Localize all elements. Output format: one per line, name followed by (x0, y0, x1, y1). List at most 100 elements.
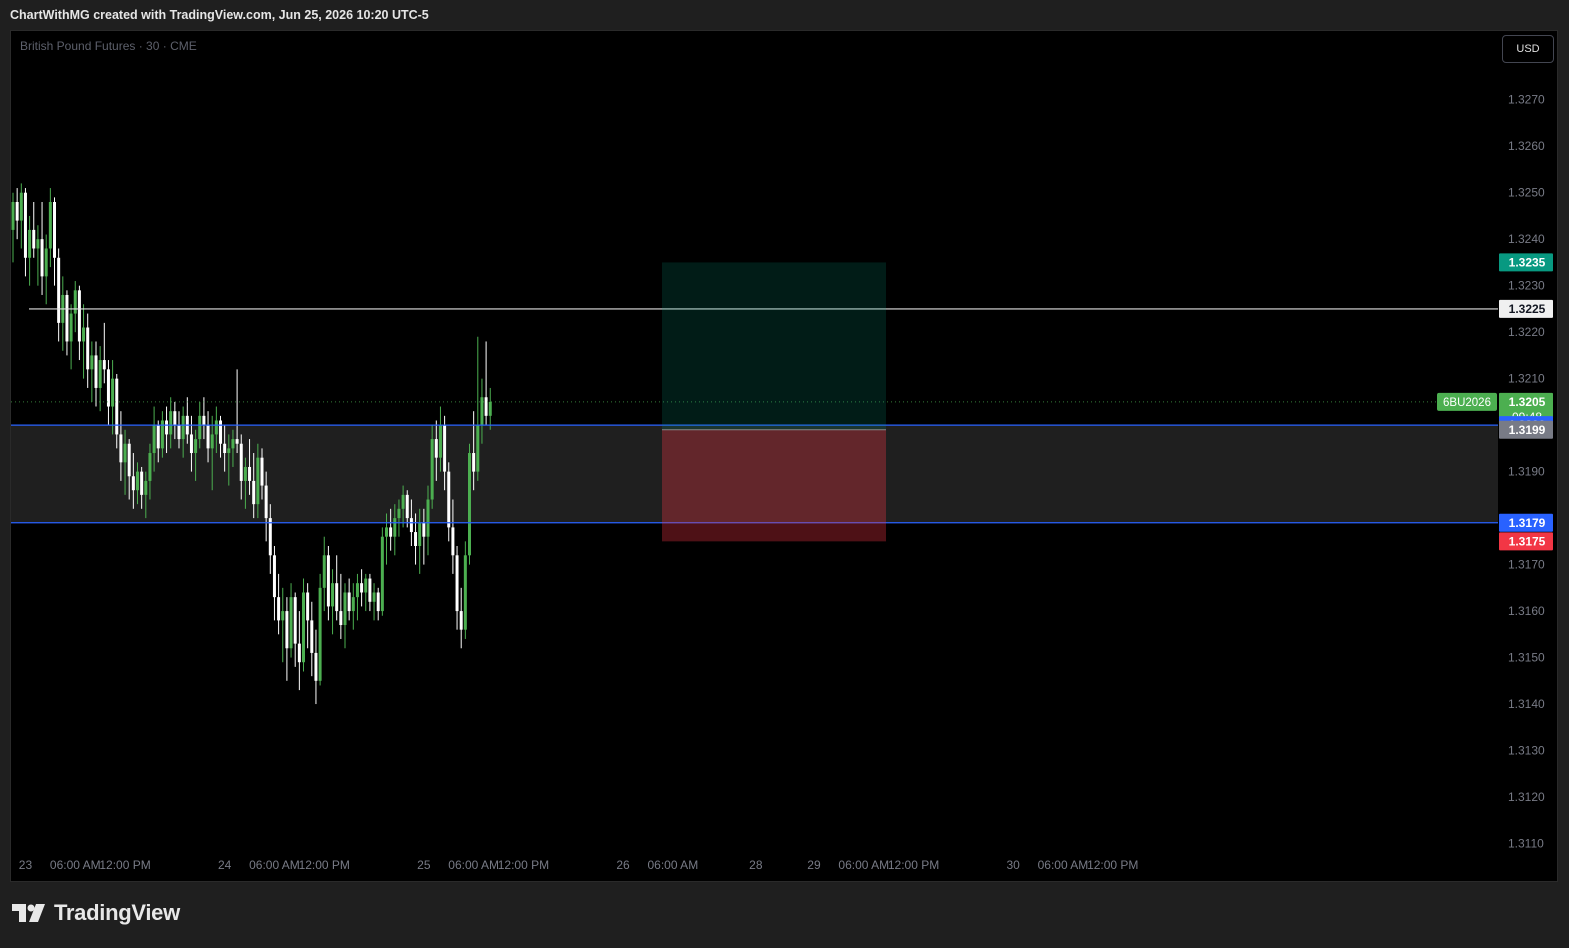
candle-body (11, 202, 15, 230)
candle-body (169, 411, 173, 435)
x-tick-label: 29 (807, 858, 821, 872)
candle-body (326, 555, 330, 607)
candle-body (418, 522, 422, 546)
candle-body (202, 415, 206, 426)
candle-body (36, 239, 40, 249)
candle-body (219, 420, 222, 444)
candle-body (405, 494, 409, 519)
y-tick-label: 1.3190 (1508, 465, 1545, 479)
x-tick-label: 12:00 PM (1087, 858, 1138, 872)
candle-body (210, 434, 214, 449)
candle-body (347, 592, 351, 612)
candle-body (48, 202, 52, 249)
candle-body (302, 592, 305, 663)
tradingview-wordmark: TradingView (54, 900, 180, 925)
x-tick-label: 06:00 AM (1038, 858, 1089, 872)
candle-body (414, 532, 418, 546)
candle-body (131, 476, 135, 491)
candle-body (364, 578, 368, 593)
candlestick-chart[interactable]: 1.3270 1.3260 1.3250 1.3240 1.3230 1.3220 1.32… (0, 0, 1569, 948)
ticker-tag: 6BU2026 (1443, 397, 1491, 409)
y-tick-label: 1.3250 (1508, 186, 1545, 200)
candle-body (272, 555, 276, 598)
candle-body (451, 527, 455, 556)
candle-body (206, 425, 210, 449)
candle-body (98, 360, 102, 388)
candle-body (268, 518, 272, 556)
x-tick-label: 06:00 AM (448, 858, 499, 872)
candle-body (119, 434, 123, 463)
candle-body (65, 294, 69, 342)
x-tick-label: 12:00 PM (99, 858, 150, 872)
candle-body (127, 443, 131, 477)
candle-body (310, 620, 314, 653)
y-tick-label: 1.3140 (1508, 697, 1545, 711)
y-tick-label: 1.3260 (1508, 139, 1545, 153)
candle-body (339, 611, 343, 626)
candle-body (426, 499, 430, 537)
candle-body (351, 597, 355, 612)
candle-body (372, 592, 376, 602)
candle-body (343, 592, 347, 626)
candle-body (165, 420, 169, 435)
candle-body (156, 425, 160, 449)
resistance-price-label: 1.3225 (1509, 302, 1546, 316)
candle-body (322, 555, 326, 588)
candle-body (82, 327, 86, 342)
candle-body (115, 378, 119, 435)
candle-body (376, 592, 380, 612)
candle-body (318, 587, 322, 681)
x-tick-label: 06:00 AM (647, 858, 698, 872)
symbol-title: British Pound Futures · 30 · CME (20, 39, 197, 53)
candle-body (285, 611, 289, 649)
candle-body (409, 518, 413, 533)
candle-body (306, 592, 310, 621)
x-tick-label: 12:00 PM (888, 858, 939, 872)
candle-body (173, 411, 177, 426)
tradingview-logo[interactable]: TradingView (12, 900, 180, 926)
candle-body (252, 480, 256, 505)
candle-body (335, 583, 339, 612)
x-tick-label: 06:00 AM (249, 858, 300, 872)
x-tick-label: 26 (616, 858, 630, 872)
y-tick-label: 1.3270 (1508, 93, 1545, 107)
candle-body (32, 229, 36, 249)
candle-body (28, 229, 32, 258)
candle-body (227, 448, 231, 454)
candle-body (148, 453, 152, 481)
candle-body (223, 443, 227, 454)
x-tick-label: 30 (1006, 858, 1020, 872)
candle-body (476, 425, 480, 472)
last-price-label: 1.3205 (1509, 395, 1546, 409)
candle-body (397, 508, 401, 519)
candle-body (152, 425, 156, 454)
candle-body (438, 425, 442, 458)
x-tick-label: 24 (218, 858, 232, 872)
candle-body (360, 583, 364, 593)
x-tick-label: 23 (19, 858, 33, 872)
currency-button[interactable]: USD (1502, 35, 1554, 63)
candle-body (289, 597, 293, 649)
candle-body (380, 536, 384, 612)
candle-body (248, 466, 252, 481)
candle-body (123, 443, 127, 463)
candle-body (69, 313, 73, 342)
candle-body (443, 425, 447, 472)
candle-body (239, 443, 243, 481)
candle-body (331, 583, 335, 607)
position-target-zone (662, 262, 886, 430)
candle-body (314, 652, 318, 681)
y-tick-label: 1.3240 (1508, 232, 1545, 246)
y-tick-label: 1.3120 (1508, 790, 1545, 804)
y-tick-label: 1.3170 (1508, 558, 1545, 572)
x-tick-label: 12:00 PM (299, 858, 350, 872)
x-tick-label: 25 (417, 858, 431, 872)
candle-body (44, 248, 48, 277)
candle-body (94, 355, 98, 388)
candle-body (368, 578, 372, 602)
stop-price-label: 1.3175 (1509, 534, 1546, 548)
candle-body (393, 518, 397, 537)
y-tick-label: 1.3230 (1508, 279, 1545, 293)
tradingview-logo-icon (12, 904, 45, 922)
y-tick-label: 1.3150 (1508, 651, 1545, 665)
